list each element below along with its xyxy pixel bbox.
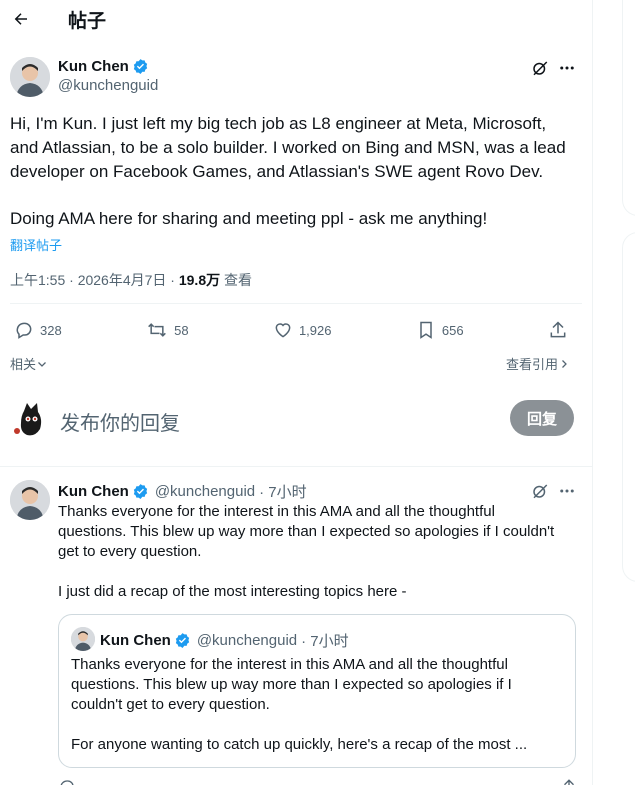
back-button[interactable]	[11, 9, 31, 29]
sidebar-card	[622, 232, 635, 582]
quoted-body: Thanks everyone for the interest in this…	[71, 655, 567, 755]
grok-button[interactable]	[528, 57, 552, 79]
post-timestamp[interactable]: 上午1:55 · 2026年4月7日 ·	[10, 272, 179, 288]
top-header: 帖子	[0, 0, 592, 38]
reply-icon	[60, 780, 74, 785]
reply-body-line: get to every question.	[58, 543, 202, 560]
reply-author-handle[interactable]: @kunchenguid	[155, 483, 255, 500]
heart-icon	[275, 323, 291, 338]
view-quotes-link[interactable]: 查看引用	[506, 354, 570, 373]
reply-icon	[16, 322, 32, 339]
quoted-body-line: couldn't get to every question.	[71, 696, 270, 713]
page-title: 帖子	[68, 10, 107, 32]
quoted-body-spacer	[71, 715, 567, 735]
reply-grok-button[interactable]	[528, 480, 552, 502]
author-name[interactable]: Kun Chen	[58, 58, 129, 75]
bookmark-count: 656	[441, 322, 464, 338]
reply-action[interactable]: 328	[14, 320, 62, 340]
quoted-author-line: Kun Chen @kunchenguid · 7小时	[100, 630, 349, 651]
post-body: Hi, I'm Kun. I just left my big tech job…	[10, 112, 585, 231]
quoted-body-line: Thanks everyone for the interest in this…	[71, 656, 508, 673]
post-meta: 上午1:55 · 2026年4月7日 · 19.8万 查看	[10, 270, 252, 290]
reply-body: Thanks everyone for the interest in this…	[58, 502, 583, 602]
translate-post-link[interactable]: 翻译帖子	[10, 235, 62, 254]
divider	[10, 303, 582, 304]
repost-icon	[148, 323, 166, 337]
post-body-line: Doing AMA here for sharing and meeting p…	[10, 209, 488, 228]
post-body-line: Hi, I'm Kun. I just left my big tech job…	[10, 114, 547, 133]
share-icon	[550, 321, 566, 338]
post-body-line: developer on Facebook Games, and Atlassi…	[10, 162, 544, 181]
grok-icon	[533, 484, 548, 499]
reply-author-name[interactable]: Kun Chen	[58, 483, 129, 500]
more-horizontal-icon	[560, 66, 574, 70]
author-block: Kun Chen @kunchenguid	[58, 58, 158, 94]
reply-share-action[interactable]	[560, 778, 580, 785]
post-action-bar: 328 58 1,926 656	[14, 318, 574, 342]
reply-body-line: Thanks everyone for the interest in this…	[58, 503, 495, 520]
author-handle[interactable]: @kunchenguid	[58, 77, 158, 94]
view-quotes-label: 查看引用	[506, 357, 559, 372]
quoted-body-line: questions. This blew up way more than I …	[71, 676, 512, 693]
views-count: 19.8万	[178, 272, 221, 288]
like-action[interactable]: 1,926	[273, 320, 332, 340]
reply-author-avatar[interactable]	[10, 480, 50, 520]
avatar-photo-icon	[71, 627, 95, 651]
reply-timestamp[interactable]: · 7小时	[259, 481, 307, 502]
repost-count: 58	[174, 322, 189, 338]
current-user-avatar[interactable]	[10, 399, 50, 439]
reply-submit-button[interactable]: 回复	[510, 400, 574, 436]
reply-body-line: questions. This blew up way more than I …	[58, 523, 555, 540]
more-options-button[interactable]	[556, 57, 578, 79]
post-body-line: and Atlassian, to be a solo builder. I w…	[10, 138, 566, 157]
share-icon	[564, 779, 574, 785]
repost-action[interactable]: 58	[146, 320, 189, 340]
share-action[interactable]	[548, 320, 574, 340]
quoted-body-line: For anyone wanting to catch up quickly, …	[71, 736, 528, 753]
avatar[interactable]	[10, 57, 50, 97]
arrow-left-icon	[14, 13, 27, 25]
related-label: 相关	[10, 357, 37, 372]
quoted-author-handle: @kunchenguid	[196, 632, 298, 649]
bookmark-icon	[420, 321, 432, 339]
quoted-author-name: Kun Chen	[100, 632, 171, 649]
chevron-down-icon	[38, 361, 46, 367]
post-detail-column: 帖子 Kun Chen @kunchenguid Hi, I'm Kun. I …	[0, 0, 593, 785]
reply-body-spacer	[58, 562, 583, 582]
related-toggle[interactable]: 相关	[10, 354, 48, 373]
verified-badge-icon	[133, 484, 147, 499]
verified-badge-icon	[133, 59, 147, 74]
reply-composer-input[interactable]: 发布你的回复	[60, 407, 180, 436]
views-label: 查看	[220, 272, 252, 288]
grok-icon	[533, 61, 548, 76]
bookmark-action[interactable]: 656	[416, 320, 464, 340]
reply-more-options-button[interactable]	[556, 480, 578, 502]
reply-reply-action[interactable]	[58, 778, 78, 785]
verified-badge-icon	[175, 633, 189, 648]
chevron-right-icon	[562, 359, 567, 368]
quoted-timestamp: · 7小时	[301, 633, 349, 650]
like-count: 1,926	[298, 322, 332, 338]
cat-avatar-icon	[14, 403, 42, 436]
divider	[0, 466, 592, 467]
avatar-photo-icon	[10, 480, 50, 520]
post-body-spacer	[10, 184, 585, 207]
avatar-photo-icon	[10, 57, 50, 97]
reply-body-line: I just did a recap of the most interesti…	[58, 583, 407, 600]
reply-author-line: Kun Chen @kunchenguid · 7小时	[58, 481, 307, 502]
reply-count: 328	[40, 322, 62, 338]
sidebar-card	[622, 0, 635, 216]
more-horizontal-icon	[560, 489, 574, 493]
quoted-author-avatar	[71, 627, 95, 651]
quoted-post-card[interactable]: Kun Chen @kunchenguid · 7小时 Thanks every…	[58, 614, 576, 768]
